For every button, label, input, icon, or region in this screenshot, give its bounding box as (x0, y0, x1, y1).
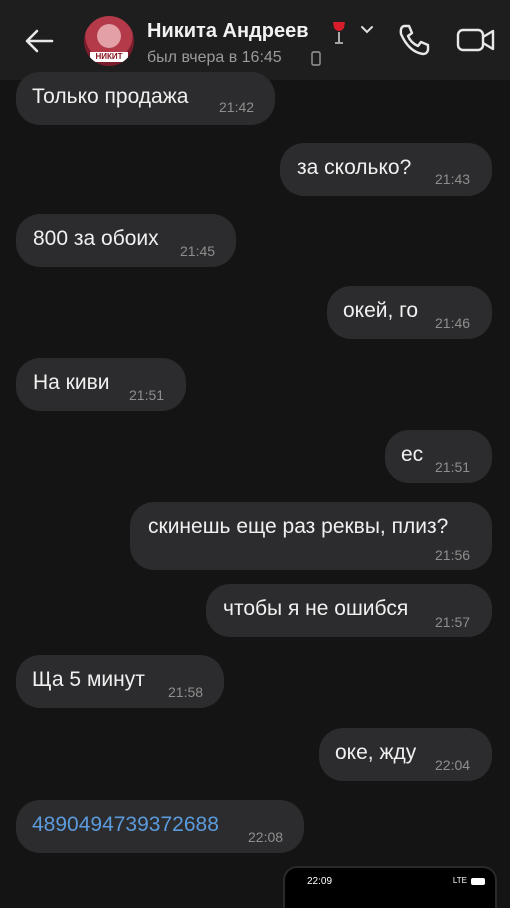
message-time: 22:08 (248, 829, 284, 845)
wine-glass-icon (333, 22, 345, 44)
battery-icon (471, 878, 485, 885)
message-text: Ща 5 минут (32, 668, 145, 691)
message-time: 21:43 (435, 171, 471, 187)
video-camera-icon[interactable] (456, 25, 496, 55)
message-bubble-outgoing[interactable]: за сколько? 21:43 (280, 143, 492, 196)
message-text: ес (401, 443, 424, 466)
message-time: 21:51 (129, 387, 165, 403)
message-bubble-incoming[interactable]: Только продажа 21:42 (16, 72, 275, 125)
message-text: за сколько? (297, 156, 412, 179)
message-bubble-incoming[interactable]: Ща 5 минут 21:58 (16, 655, 224, 708)
arrow-left-icon[interactable] (22, 24, 56, 58)
chat-header: НИКИТ Никита Андреев был вчера в 16:45 (0, 0, 510, 80)
message-text: окей, го (343, 299, 419, 322)
chevron-down-icon[interactable] (359, 24, 375, 36)
message-time: 21:46 (435, 315, 471, 331)
preview-time: 22:09 (307, 876, 333, 887)
phone-icon[interactable] (396, 22, 432, 58)
preview-signal: LTE (452, 876, 467, 885)
message-bubble-incoming[interactable]: 4890494739372688 22:08 (16, 800, 304, 853)
message-time: 21:51 (435, 459, 471, 475)
message-text: скинешь еще раз реквы, плиз? (148, 515, 449, 538)
message-time: 21:57 (435, 614, 471, 630)
avatar[interactable]: НИКИТ (84, 16, 134, 66)
message-bubble-outgoing[interactable]: чтобы я не ошибся 21:57 (206, 584, 492, 637)
avatar-badge: НИКИТ (90, 52, 128, 62)
last-seen-status: был вчера в 16:45 (147, 49, 282, 66)
mobile-phone-icon (311, 51, 321, 66)
message-link[interactable]: 4890494739372688 (32, 813, 219, 837)
message-time: 22:04 (435, 757, 471, 773)
message-text: оке, жду (335, 741, 417, 764)
message-bubble-outgoing[interactable]: оке, жду 22:04 (319, 728, 492, 781)
message-time: 21:42 (219, 99, 255, 115)
contact-name[interactable]: Никита Андреев (147, 20, 309, 43)
message-time: 21:45 (180, 243, 216, 259)
message-time: 21:58 (168, 684, 204, 700)
message-text: На киви (33, 371, 110, 394)
message-text: Только продажа (32, 85, 189, 108)
message-bubble-outgoing[interactable]: ес 21:51 (385, 430, 492, 483)
message-time: 21:56 (435, 547, 471, 563)
message-text: чтобы я не ошибся (223, 597, 409, 620)
message-text: 800 за обоих (33, 227, 159, 250)
screenshot-preview[interactable]: 22:09 LTE (283, 866, 497, 908)
message-bubble-outgoing[interactable]: окей, го 21:46 (327, 286, 492, 339)
message-bubble-incoming[interactable]: 800 за обоих 21:45 (16, 214, 236, 267)
message-bubble-outgoing[interactable]: скинешь еще раз реквы, плиз? 21:56 (130, 502, 492, 570)
message-bubble-incoming[interactable]: На киви 21:51 (16, 358, 186, 411)
